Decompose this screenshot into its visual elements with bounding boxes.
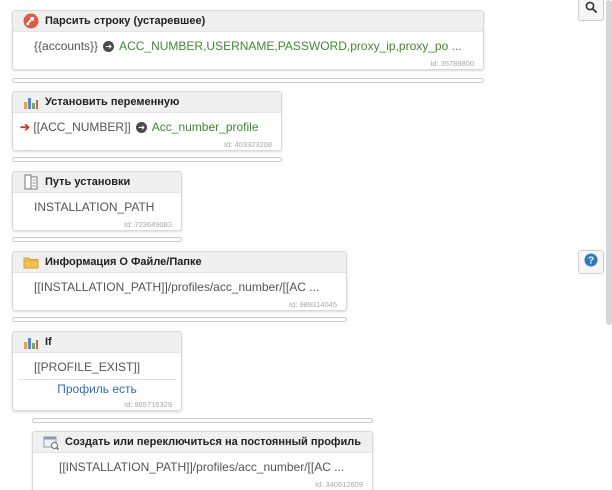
arrow-right-icon: ➜ (136, 122, 148, 133)
search-button[interactable] (578, 0, 604, 21)
input-variable: [[ACC_NUMBER]] (33, 120, 131, 134)
action-block-if[interactable]: If [[PROFILE_EXIST]] Профиль есть Id: 96… (12, 331, 182, 411)
block-header: Создать или переключиться на постоянный … (33, 432, 372, 453)
action-block-file-info[interactable]: Информация О Файле/Папке [[INSTALLATION_… (12, 251, 347, 311)
block-params: [[INSTALLATION_PATH]]/profiles/acc_numbe… (59, 460, 345, 474)
branch-divider (18, 379, 176, 380)
block-body: INSTALLATION_PATH Id: 723649083 (13, 193, 181, 251)
block-body: [[INSTALLATION_PATH]]/profiles/acc_numbe… (33, 453, 372, 490)
profile-icon (42, 434, 60, 450)
output-value: ACC_NUMBER,USERNAME,PASSWORD,proxy_ip,pr… (119, 39, 462, 53)
block-connector[interactable] (12, 237, 182, 242)
input-variable: {{accounts}} (34, 39, 99, 53)
folder-icon (22, 254, 40, 270)
block-title: Парсить строку (устаревшее) (45, 15, 206, 27)
output-value: Acc_number_profile (151, 120, 259, 134)
block-header: Парсить строку (устаревшее) (13, 11, 483, 32)
block-connector[interactable] (12, 78, 484, 83)
block-header: If (13, 332, 181, 353)
block-connector[interactable] (12, 317, 347, 322)
action-block-create-profile[interactable]: Создать или переключиться на постоянный … (32, 431, 373, 490)
block-title: If (45, 336, 52, 348)
search-icon (585, 0, 597, 18)
block-title: Информация О Файле/Папке (45, 256, 202, 268)
help-button[interactable]: ? (578, 250, 604, 274)
block-header: Информация О Файле/Папке (13, 252, 346, 273)
action-block-set-variable[interactable]: Установить переменную ➔ [[ACC_NUMBER]] ➜… (12, 91, 282, 151)
chart-icon (22, 334, 40, 350)
block-id: Id: 989314045 (289, 300, 337, 309)
block-id: Id: 723649083 (124, 220, 172, 229)
block-connector[interactable] (32, 418, 373, 423)
arrow-right-icon: ➜ (103, 41, 115, 52)
block-connector[interactable] (12, 157, 282, 162)
block-params: [[INSTALLATION_PATH]]/profiles/acc_numbe… (34, 280, 320, 294)
regex-icon (22, 13, 40, 29)
script-canvas: Парсить строку (устаревшее) {{accounts}}… (0, 0, 612, 490)
block-title: Путь установки (45, 176, 131, 188)
block-body: [[INSTALLATION_PATH]]/profiles/acc_numbe… (13, 273, 346, 331)
block-body: ➔ [[ACC_NUMBER]] ➜ Acc_number_profile Id… (13, 113, 281, 171)
block-params: ➔ [[ACC_NUMBER]] ➜ Acc_number_profile (20, 120, 259, 134)
chart-icon (22, 94, 40, 110)
block-title: Создать или переключиться на постоянный … (65, 436, 362, 448)
block-title: Установить переменную (45, 96, 180, 108)
vertical-scrollbar[interactable] (606, 0, 612, 325)
svg-text:?: ? (588, 255, 594, 266)
block-id: Id: 965716329 (124, 400, 172, 409)
action-block-parse-string[interactable]: Парсить строку (устаревшее) {{accounts}}… (12, 10, 484, 70)
action-block-install-path[interactable]: Путь установки INSTALLATION_PATH Id: 723… (12, 171, 182, 231)
red-arrow-icon: ➔ (20, 120, 31, 134)
block-params: [[PROFILE_EXIST]] (34, 360, 141, 374)
block-params: INSTALLATION_PATH (34, 200, 155, 214)
document-icon (22, 174, 40, 190)
block-id: Id: 403323208 (224, 140, 272, 149)
block-id: Id: 35789800 (430, 59, 474, 68)
block-header: Путь установки (13, 172, 181, 193)
help-icon: ? (584, 253, 598, 272)
block-id: Id: 340612609 (315, 480, 363, 489)
branch-label[interactable]: Профиль есть (13, 382, 181, 396)
block-header: Установить переменную (13, 92, 281, 113)
block-params: {{accounts}} ➜ ACC_NUMBER,USERNAME,PASSW… (34, 39, 462, 53)
